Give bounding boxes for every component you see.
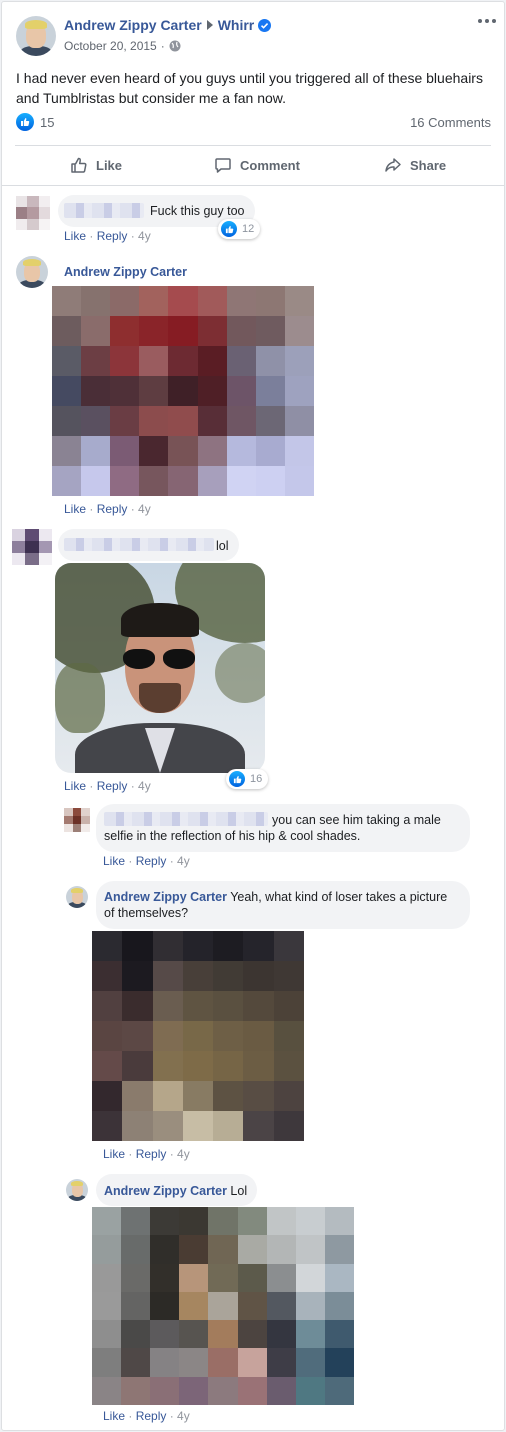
more-options-icon[interactable] bbox=[478, 19, 496, 23]
post-date[interactable]: October 20, 2015 bbox=[64, 39, 157, 53]
comment-image-pixelated[interactable] bbox=[92, 1207, 354, 1405]
share-label: Share bbox=[410, 157, 447, 173]
comment-like-link[interactable]: Like bbox=[64, 229, 86, 243]
comment-reply-link[interactable]: Reply bbox=[97, 502, 128, 516]
thumbs-up-icon bbox=[229, 771, 245, 787]
comment-age[interactable]: 4y bbox=[177, 1409, 190, 1423]
reaction-count: 12 bbox=[242, 223, 255, 235]
post-header: Andrew Zippy Carter Whirr bbox=[64, 17, 272, 33]
target-page-name[interactable]: Whirr bbox=[218, 17, 255, 33]
divider bbox=[2, 185, 504, 186]
comment-actions: Like · Reply · 4y bbox=[64, 779, 151, 793]
author-name[interactable]: Andrew Zippy Carter bbox=[64, 17, 202, 33]
comment-reply-link[interactable]: Reply bbox=[97, 229, 128, 243]
like-label: Like bbox=[96, 157, 123, 173]
author-avatar[interactable] bbox=[16, 16, 56, 56]
verified-badge-icon bbox=[258, 18, 272, 32]
commenter-avatar[interactable] bbox=[12, 529, 52, 565]
comment-age[interactable]: 4y bbox=[177, 1147, 190, 1161]
commenter-name-redacted[interactable] bbox=[64, 538, 214, 551]
commenter-avatar[interactable] bbox=[16, 196, 50, 230]
comment-reactions[interactable]: 16 bbox=[226, 769, 269, 789]
author-avatar[interactable] bbox=[66, 886, 88, 908]
comment-age[interactable]: 4y bbox=[177, 854, 190, 868]
thumbs-up-icon bbox=[16, 113, 34, 131]
comment-bubble: Andrew Zippy Carter Yeah, what kind of l… bbox=[96, 881, 470, 929]
comment-text: lol bbox=[216, 539, 229, 553]
speech-bubble-icon bbox=[215, 158, 231, 173]
arrow-right-icon bbox=[206, 20, 213, 30]
thumbs-up-icon bbox=[71, 157, 87, 173]
share-arrow-icon bbox=[385, 158, 401, 172]
comment-actions: Like · Reply · 4y bbox=[64, 502, 151, 516]
comment-text: Lol bbox=[230, 1184, 248, 1198]
comment-actions: Like · Reply · 4y bbox=[103, 1409, 190, 1423]
comment-reply-link[interactable]: Reply bbox=[136, 1147, 167, 1161]
comment-image-pixelated[interactable] bbox=[52, 286, 314, 496]
comment-like-link[interactable]: Like bbox=[64, 502, 86, 516]
comment-bubble: you can see him taking a male selfie in … bbox=[96, 804, 470, 852]
comment-label: Comment bbox=[240, 157, 300, 173]
comment-like-link[interactable]: Like bbox=[64, 779, 86, 793]
commenter-avatar[interactable] bbox=[64, 808, 90, 832]
post-body: I had never even heard of you guys until… bbox=[16, 70, 483, 106]
comment-reply-link[interactable]: Reply bbox=[136, 854, 167, 868]
reaction-count: 16 bbox=[250, 773, 263, 785]
comment-like-link[interactable]: Like bbox=[103, 854, 125, 868]
comment-reply-link[interactable]: Reply bbox=[136, 1409, 167, 1423]
like-count: 15 bbox=[40, 114, 55, 130]
comment-like-link[interactable]: Like bbox=[103, 1147, 125, 1161]
comment-image-pixelated[interactable] bbox=[92, 931, 304, 1141]
share-button[interactable]: Share bbox=[384, 156, 446, 174]
comment-button[interactable]: Comment bbox=[214, 156, 300, 174]
author-avatar[interactable] bbox=[66, 1179, 88, 1201]
commenter-name-redacted[interactable] bbox=[64, 203, 144, 218]
thumbs-up-icon bbox=[221, 221, 237, 237]
reaction-summary[interactable]: 15 bbox=[16, 113, 54, 131]
comment-actions: Like · Reply · 4y bbox=[103, 1147, 190, 1161]
post-card: Andrew Zippy Carter Whirr October 20, 20… bbox=[1, 1, 505, 1431]
comment-reactions[interactable]: 12 bbox=[218, 219, 261, 239]
comment-like-link[interactable]: Like bbox=[103, 1409, 125, 1423]
author-avatar[interactable] bbox=[16, 256, 48, 288]
divider bbox=[15, 145, 491, 146]
commenter-name-redacted[interactable] bbox=[104, 812, 268, 826]
comment-age[interactable]: 4y bbox=[138, 502, 151, 516]
comment-bubble: Andrew Zippy Carter Lol bbox=[96, 1174, 258, 1206]
comment-actions: Like · Reply · 4y bbox=[64, 229, 151, 243]
comment-age[interactable]: 4y bbox=[138, 779, 151, 793]
comments-count[interactable]: 16 Comments bbox=[410, 115, 491, 130]
comment-author[interactable]: Andrew Zippy Carter bbox=[104, 1184, 227, 1198]
like-button[interactable]: Like bbox=[70, 156, 122, 174]
comment-bubble: lol bbox=[58, 529, 239, 561]
comment-author[interactable]: Andrew Zippy Carter bbox=[104, 890, 227, 904]
comment-photo[interactable] bbox=[55, 563, 265, 773]
comment-reply-link[interactable]: Reply bbox=[97, 779, 128, 793]
globe-icon bbox=[169, 40, 181, 52]
comment-actions: Like · Reply · 4y bbox=[103, 854, 190, 868]
comment-age[interactable]: 4y bbox=[138, 229, 151, 243]
comment-author[interactable]: Andrew Zippy Carter bbox=[64, 265, 187, 279]
post-meta: October 20, 2015 · bbox=[64, 39, 181, 53]
